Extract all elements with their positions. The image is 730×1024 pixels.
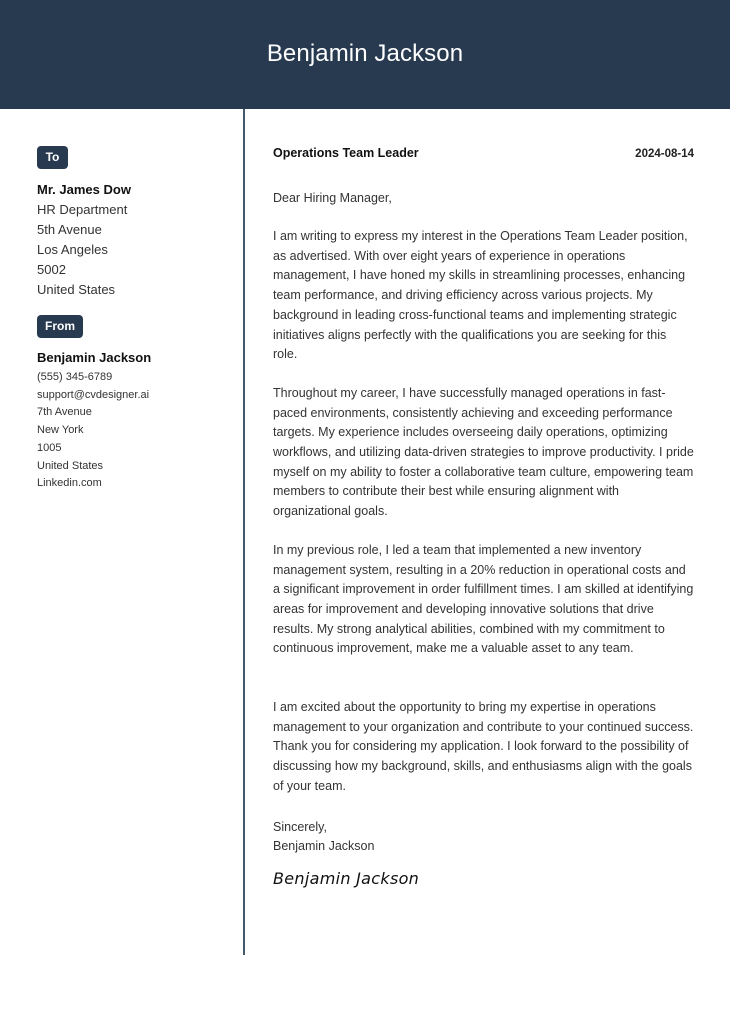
letter-date: 2024-08-14 <box>635 148 694 160</box>
recipient-street: 5th Avenue <box>37 222 102 237</box>
recipient-name: Mr. James Dow <box>37 182 131 197</box>
sender-linkedin: Linkedin.com <box>37 477 102 490</box>
closing-phrase: Sincerely, <box>273 819 327 834</box>
header-banner: Benjamin Jackson <box>0 0 730 109</box>
recipient-department: HR Department <box>37 202 128 217</box>
applicant-name: Benjamin Jackson <box>266 39 464 67</box>
recipient-address: Mr. James Dow HR Department 5th Avenue L… <box>37 180 232 300</box>
sender-street: 7th Avenue <box>37 406 92 419</box>
recipient-country: United States <box>37 282 116 297</box>
paragraph-achievements: In my previous role, I led a team that i… <box>273 542 694 656</box>
to-badge: To <box>37 146 68 169</box>
letter-body: Operations Team Leader 2024-08-14 Dear H… <box>273 146 694 888</box>
closing-name: Benjamin Jackson <box>273 838 375 853</box>
sender-contact: Benjamin Jackson (555) 345-6789 support@… <box>37 348 232 493</box>
job-title: Operations Team Leader <box>273 146 419 160</box>
signature: Benjamin Jackson <box>273 868 420 888</box>
paragraph-closing: I am excited about the opportunity to br… <box>273 700 694 793</box>
sender-city: New York <box>37 424 84 437</box>
from-badge: From <box>37 315 83 338</box>
recipient-postal-code: 5002 <box>37 262 66 277</box>
sender-country: United States <box>37 459 104 472</box>
sender-name: Benjamin Jackson <box>37 350 152 365</box>
column-divider <box>243 109 245 955</box>
salutation: Dear Hiring Manager, <box>273 191 392 205</box>
paragraph-experience: Throughout my career, I have successfull… <box>273 385 694 519</box>
sender-email: support@cvdesigner.ai <box>37 388 150 401</box>
sender-phone: (555) 345-6789 <box>37 371 113 383</box>
sender-section: From Benjamin Jackson (555) 345-6789 sup… <box>37 315 232 493</box>
recipient-section: To Mr. James Dow HR Department 5th Avenu… <box>37 146 232 300</box>
recipient-city: Los Angeles <box>37 242 108 257</box>
sender-postal-code: 1005 <box>37 441 62 454</box>
sign-off: Sincerely, Benjamin Jackson <box>273 818 694 856</box>
paragraph-intro: I am writing to express my interest in t… <box>273 229 688 362</box>
letter-header-row: Operations Team Leader 2024-08-14 <box>273 146 694 160</box>
